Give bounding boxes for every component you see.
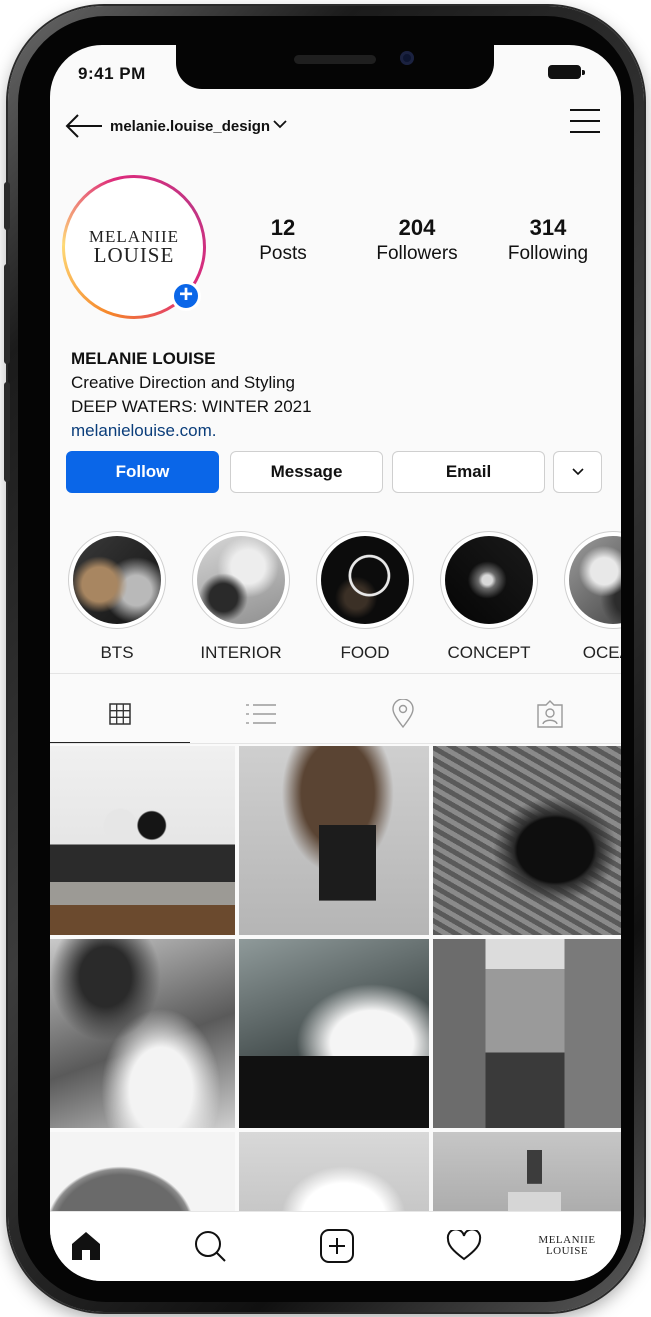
tagged-icon xyxy=(537,700,563,728)
silent-switch xyxy=(4,182,10,230)
new-post-icon xyxy=(320,1229,354,1263)
location-pin-icon xyxy=(392,699,414,729)
highlight-interior[interactable]: INTERIOR xyxy=(191,531,291,663)
post-thumbnail[interactable] xyxy=(50,939,235,1128)
nav-new-post[interactable] xyxy=(317,1226,357,1266)
bio-name: MELANIE LOUISE xyxy=(71,349,216,368)
nav-profile[interactable]: MELANIIE LOUISE xyxy=(534,1226,600,1266)
suggested-accounts-button[interactable] xyxy=(553,451,602,493)
stat-followers-label: Followers xyxy=(376,243,458,264)
nav-home[interactable] xyxy=(66,1226,106,1266)
avatar-logo-line2: LOUISE xyxy=(93,243,175,267)
highlight-label: INTERIOR xyxy=(200,643,282,662)
highlight-label: BTS xyxy=(100,643,134,662)
search-icon xyxy=(195,1231,226,1262)
volume-down-button xyxy=(4,382,10,482)
notch xyxy=(176,45,494,89)
highlight-ring xyxy=(192,531,290,629)
bio-website-link[interactable]: melanielouise.com. xyxy=(71,419,591,443)
back-arrow-icon[interactable] xyxy=(64,113,104,139)
highlight-thumb-interior xyxy=(197,536,285,624)
tab-grid[interactable] xyxy=(50,685,190,743)
follow-button[interactable]: Follow xyxy=(66,451,219,493)
chevron-down-icon xyxy=(571,468,584,476)
front-camera xyxy=(400,51,414,65)
volume-up-button xyxy=(4,264,10,364)
message-button[interactable]: Message xyxy=(230,451,383,493)
profile-username[interactable]: melanie.louise_design xyxy=(110,118,270,135)
nav-avatar-line2: LOUISE xyxy=(545,1245,589,1257)
grid-icon xyxy=(109,703,131,725)
post-thumbnail[interactable] xyxy=(239,746,429,935)
status-time: 9:41 PM xyxy=(78,64,146,83)
heart-icon xyxy=(446,1230,482,1261)
highlight-ring xyxy=(564,531,621,629)
nav-search[interactable] xyxy=(190,1226,230,1266)
bottom-navigation: MELANIIE LOUISE xyxy=(50,1211,621,1281)
nav-activity[interactable] xyxy=(444,1226,484,1266)
highlight-ring xyxy=(68,531,166,629)
bio-line-1: Creative Direction and Styling xyxy=(71,373,295,392)
highlight-label: CONCEPT xyxy=(447,643,531,662)
stat-followers[interactable]: 204 Followers xyxy=(357,215,477,265)
post-thumbnail[interactable] xyxy=(239,939,429,1128)
highlight-concept[interactable]: CONCEPT xyxy=(439,531,539,663)
profile-avatar: MELANIIE LOUISE xyxy=(538,1235,595,1257)
divider xyxy=(50,673,621,674)
add-story-icon[interactable]: + xyxy=(171,281,201,311)
tab-locations[interactable] xyxy=(333,685,473,743)
highlight-label: OCEAN xyxy=(582,643,621,662)
post-thumbnail[interactable] xyxy=(433,746,621,935)
highlight-thumb-ocean xyxy=(569,536,621,624)
highlight-food[interactable]: FOOD xyxy=(315,531,415,663)
highlight-thumb-concept xyxy=(445,536,533,624)
phone-screen: 9:41 PM melanie.louise_design MELANIIE L… xyxy=(50,45,621,1281)
tab-tagged[interactable] xyxy=(480,685,620,743)
stat-following[interactable]: 314 Following xyxy=(488,215,608,265)
stat-posts-label: Posts xyxy=(259,243,307,264)
highlight-ocean[interactable]: OCEAN xyxy=(563,531,621,663)
stat-followers-value: 204 xyxy=(398,215,436,240)
profile-bio: MELANIE LOUISE Creative Direction and St… xyxy=(71,347,591,443)
list-icon xyxy=(246,704,276,724)
highlight-ring xyxy=(316,531,414,629)
chevron-down-icon[interactable] xyxy=(272,117,288,131)
highlight-label: FOOD xyxy=(340,643,390,662)
tab-list[interactable] xyxy=(191,685,331,743)
home-icon xyxy=(72,1232,100,1260)
stat-following-value: 314 xyxy=(529,215,567,240)
menu-icon[interactable] xyxy=(568,107,602,135)
bio-line-2: DEEP WATERS: WINTER 2021 xyxy=(71,397,312,416)
stat-posts[interactable]: 12 Posts xyxy=(223,215,343,265)
post-thumbnail[interactable] xyxy=(433,939,621,1128)
highlight-thumb-food xyxy=(321,536,409,624)
stat-following-label: Following xyxy=(507,243,589,264)
post-grid xyxy=(50,746,621,1226)
post-thumbnail[interactable] xyxy=(50,746,235,935)
divider xyxy=(50,743,621,744)
stat-posts-value: 12 xyxy=(270,215,296,240)
speaker-grille xyxy=(294,55,376,64)
email-button[interactable]: Email xyxy=(392,451,545,493)
highlight-ring xyxy=(440,531,538,629)
battery-icon xyxy=(548,65,585,79)
highlight-bts[interactable]: BTS xyxy=(67,531,167,663)
highlight-thumb-bts xyxy=(73,536,161,624)
